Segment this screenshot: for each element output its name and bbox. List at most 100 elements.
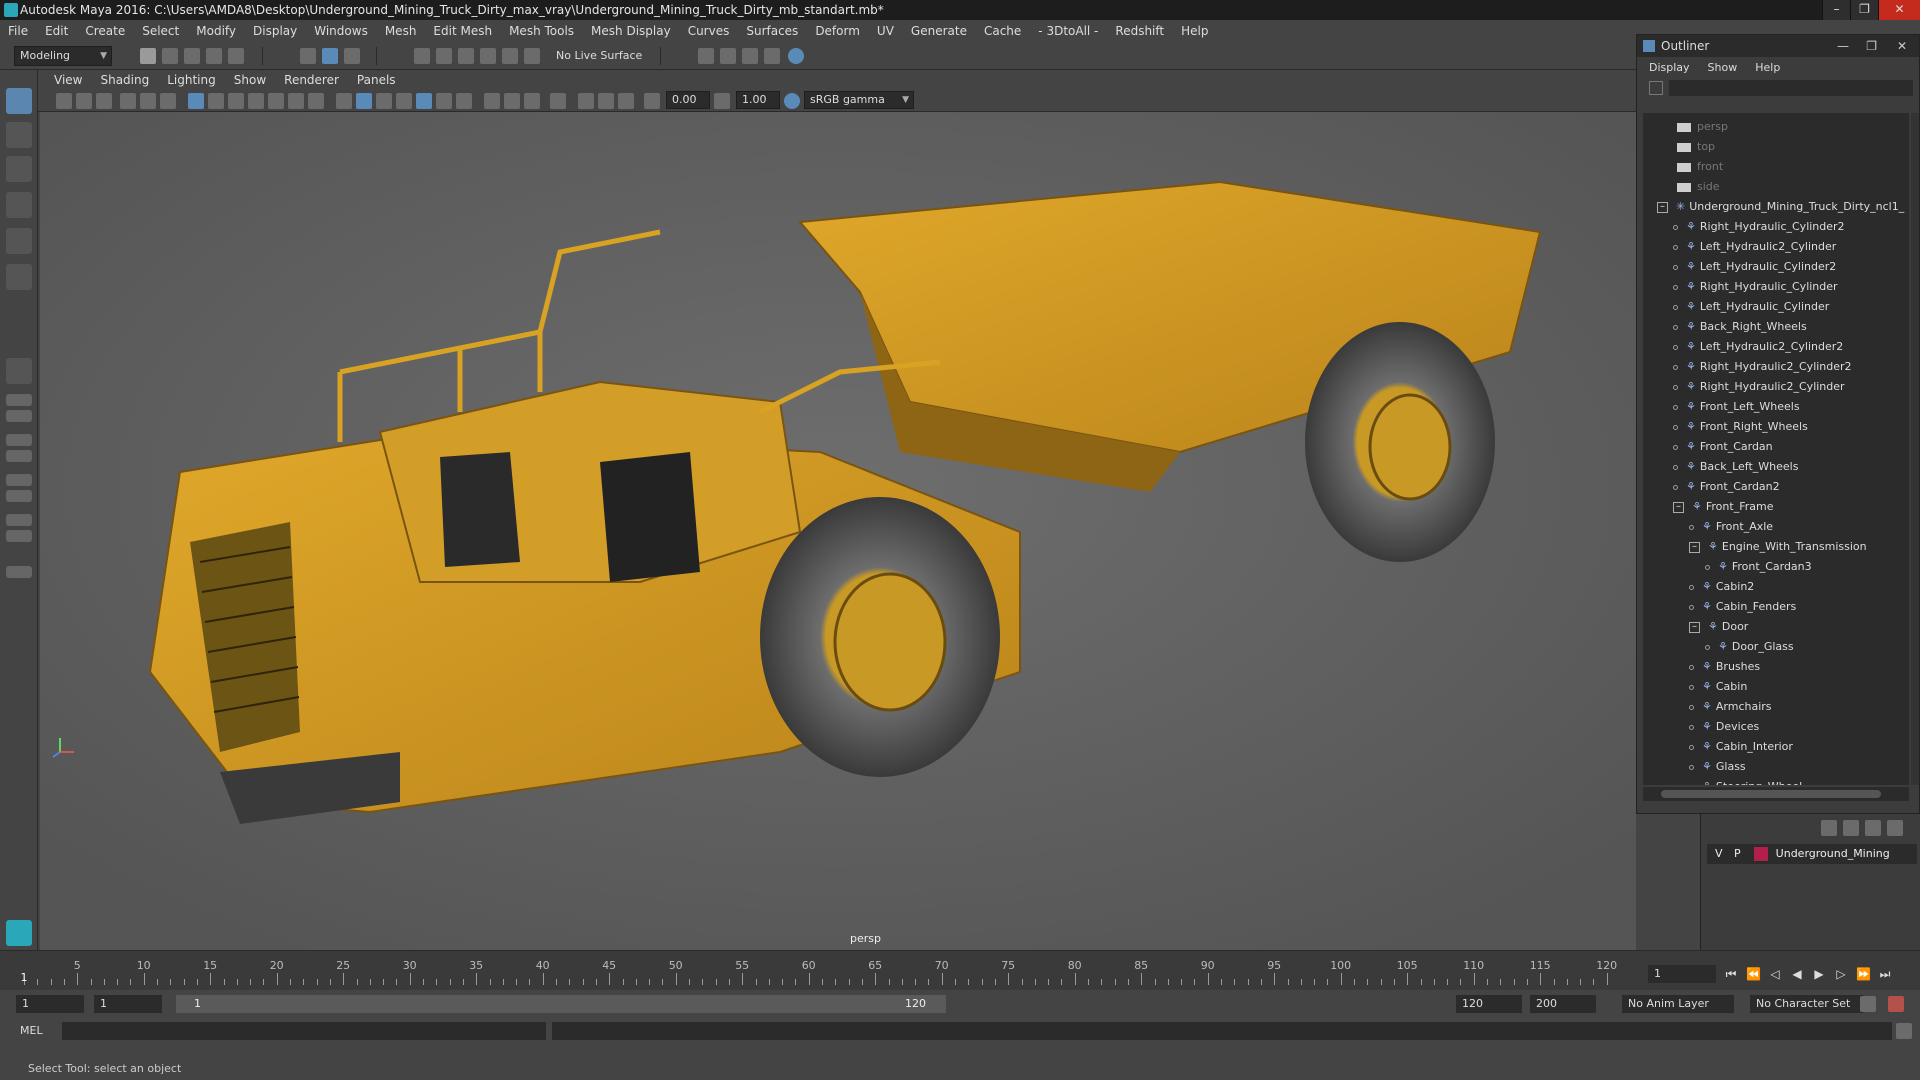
wireframe-icon[interactable]: [336, 93, 352, 109]
image-plane-icon[interactable]: [120, 93, 136, 109]
character-set-dropdown[interactable]: No Character Set: [1750, 995, 1864, 1013]
playback-start-field[interactable]: 1: [94, 995, 162, 1013]
use-all-lights-icon[interactable]: [436, 93, 452, 109]
color-management-icon[interactable]: [784, 93, 800, 109]
outliner-titlebar[interactable]: Outliner — ❐ ✕: [1637, 35, 1919, 57]
outliner-item[interactable]: ⚘ Front_Cardan: [1673, 437, 1773, 457]
viewport-menu-lighting[interactable]: Lighting: [167, 73, 216, 87]
outliner-item[interactable]: ⚘ Front_Axle: [1689, 517, 1773, 537]
grid-icon[interactable]: [188, 93, 204, 109]
menu-surfaces[interactable]: Surfaces: [746, 24, 798, 38]
outliner-persp-layout-icon[interactable]: [6, 514, 32, 526]
outliner-item[interactable]: ⚘ Cabin: [1689, 677, 1747, 697]
step-forward-frame-button[interactable]: ▷: [1834, 967, 1848, 981]
outliner-item[interactable]: ⚘ Right_Hydraulic_Cylinder: [1673, 277, 1838, 297]
menu-create[interactable]: Create: [85, 24, 125, 38]
graph-persp-layout-icon[interactable]: [6, 530, 32, 542]
layer-color-swatch[interactable]: [1754, 847, 1769, 861]
step-back-frame-button[interactable]: ◁: [1768, 967, 1782, 981]
snap-view-plane-icon[interactable]: [480, 48, 496, 64]
outliner-item[interactable]: ⚘ Door_Glass: [1705, 637, 1794, 657]
maximize-button[interactable]: ❐: [1850, 0, 1878, 20]
outliner-item[interactable]: – ✳ Underground_Mining_Truck_Dirty_ncl1_: [1657, 197, 1904, 217]
playback-end-field[interactable]: 120: [1456, 995, 1522, 1013]
menu-mesh-tools[interactable]: Mesh Tools: [509, 24, 574, 38]
select-object-icon[interactable]: [322, 48, 338, 64]
current-frame-marker[interactable]: 1: [21, 971, 28, 984]
outliner-item[interactable]: – ⚘ Door: [1689, 617, 1748, 637]
outliner-menu-display[interactable]: Display: [1649, 61, 1690, 74]
menu-redshift[interactable]: Redshift: [1115, 24, 1164, 38]
lasso-tool-icon[interactable]: [6, 122, 32, 148]
wireframe-on-shaded-icon[interactable]: [396, 93, 412, 109]
step-forward-key-button[interactable]: ⏩: [1856, 967, 1871, 981]
four-view-layout-icon[interactable]: [6, 394, 32, 406]
menu-cache[interactable]: Cache: [984, 24, 1021, 38]
outliner-item[interactable]: ⚘ Cabin_Fenders: [1689, 597, 1796, 617]
hypershade-icon[interactable]: [788, 48, 804, 64]
viewport-menu-shading[interactable]: Shading: [100, 73, 149, 87]
collapse-toggle-icon[interactable]: –: [1689, 541, 1700, 553]
outliner-item[interactable]: ⚘ Front_Cardan2: [1673, 477, 1780, 497]
outliner-item[interactable]: – ⚘ Front_Frame: [1673, 497, 1773, 517]
anim-layer-dropdown[interactable]: No Anim Layer: [1622, 995, 1734, 1013]
menu-display[interactable]: Display: [253, 24, 297, 38]
outliner-item[interactable]: ⚘ Devices: [1689, 717, 1759, 737]
outliner-item[interactable]: ⚘ Right_Hydraulic_Cylinder2: [1673, 217, 1845, 237]
snap-point-icon[interactable]: [458, 48, 474, 64]
default-lighting-icon[interactable]: [376, 93, 392, 109]
mode-selector[interactable]: Modeling ▼: [14, 46, 112, 66]
current-frame-field[interactable]: 1: [1648, 965, 1716, 983]
animation-preferences-icon[interactable]: [1888, 996, 1904, 1012]
close-button[interactable]: ✕: [1878, 0, 1920, 20]
smooth-shade-icon[interactable]: [356, 93, 372, 109]
move-layer-down-icon[interactable]: [1843, 820, 1859, 836]
time-ruler[interactable]: 5 10 15 20 25 30 35 40 45 50 55 60 65 70 75 80 85 90 95 100…: [21, 959, 1636, 989]
redo-icon[interactable]: [228, 48, 244, 64]
open-scene-icon[interactable]: [162, 48, 178, 64]
two-d-pan-icon[interactable]: [140, 93, 156, 109]
outliner-item[interactable]: ⚘ Glass: [1689, 757, 1746, 777]
minimize-button[interactable]: –: [1822, 0, 1850, 20]
outliner-menu-help[interactable]: Help: [1755, 61, 1780, 74]
menu-mesh-display[interactable]: Mesh Display: [591, 24, 671, 38]
screen-space-ao-icon[interactable]: [484, 93, 500, 109]
filter-icon[interactable]: [1649, 81, 1663, 95]
viewport-menu-panels[interactable]: Panels: [357, 73, 396, 87]
perspective-viewport[interactable]: persp: [40, 112, 1636, 950]
collapse-toggle-icon[interactable]: –: [1673, 501, 1684, 513]
outliner-item[interactable]: – ⚘ Engine_With_Transmission: [1689, 537, 1867, 557]
outliner-minimize-button[interactable]: —: [1837, 35, 1849, 57]
layer-visibility-toggle[interactable]: V: [1715, 847, 1723, 860]
menu-modify[interactable]: Modify: [196, 24, 236, 38]
layer-row[interactable]: V P Underground_Mining: [1707, 844, 1917, 864]
time-slider[interactable]: 5 10 15 20 25 30 35 40 45 50 55 60 65 70 75 80 85 90 95 100…: [0, 950, 1920, 990]
gate-mask-icon[interactable]: [248, 93, 264, 109]
safe-action-icon[interactable]: [288, 93, 304, 109]
safe-title-icon[interactable]: [308, 93, 324, 109]
custom-layout-icon[interactable]: [6, 566, 32, 578]
viewport-menu-view[interactable]: View: [54, 73, 82, 87]
camera-attributes-icon[interactable]: [76, 93, 92, 109]
persp-node-layout-icon[interactable]: [6, 490, 32, 502]
auto-key-icon[interactable]: [1860, 996, 1876, 1012]
outliner-item[interactable]: ⚘ Back_Right_Wheels: [1673, 317, 1807, 337]
paint-select-tool-icon[interactable]: [6, 156, 32, 182]
camera-select-icon[interactable]: [56, 93, 72, 109]
collapse-toggle-icon[interactable]: –: [1657, 201, 1668, 213]
view-transform-dropdown[interactable]: sRGB gamma ▼: [804, 91, 914, 109]
viewport-menu-renderer[interactable]: Renderer: [284, 73, 339, 87]
select-tool-icon[interactable]: [6, 88, 32, 114]
new-layer-selected-icon[interactable]: [1887, 820, 1903, 836]
animation-end-field[interactable]: 200: [1530, 995, 1596, 1013]
outliner-item[interactable]: ⚘ Left_Hydraulic_Cylinder2: [1673, 257, 1836, 277]
new-layer-icon[interactable]: [1865, 820, 1881, 836]
layer-playback-toggle[interactable]: P: [1734, 847, 1741, 860]
outliner-item[interactable]: ⚘ Cabin2: [1689, 577, 1754, 597]
save-scene-icon[interactable]: [184, 48, 200, 64]
outliner-item[interactable]: ⚘ Left_Hydraulic2_Cylinder: [1673, 237, 1836, 257]
step-back-key-button[interactable]: ⏪: [1746, 967, 1761, 981]
make-live-icon[interactable]: [524, 48, 540, 64]
outliner-item[interactable]: persp: [1677, 117, 1728, 137]
outliner-menu-show[interactable]: Show: [1708, 61, 1738, 74]
